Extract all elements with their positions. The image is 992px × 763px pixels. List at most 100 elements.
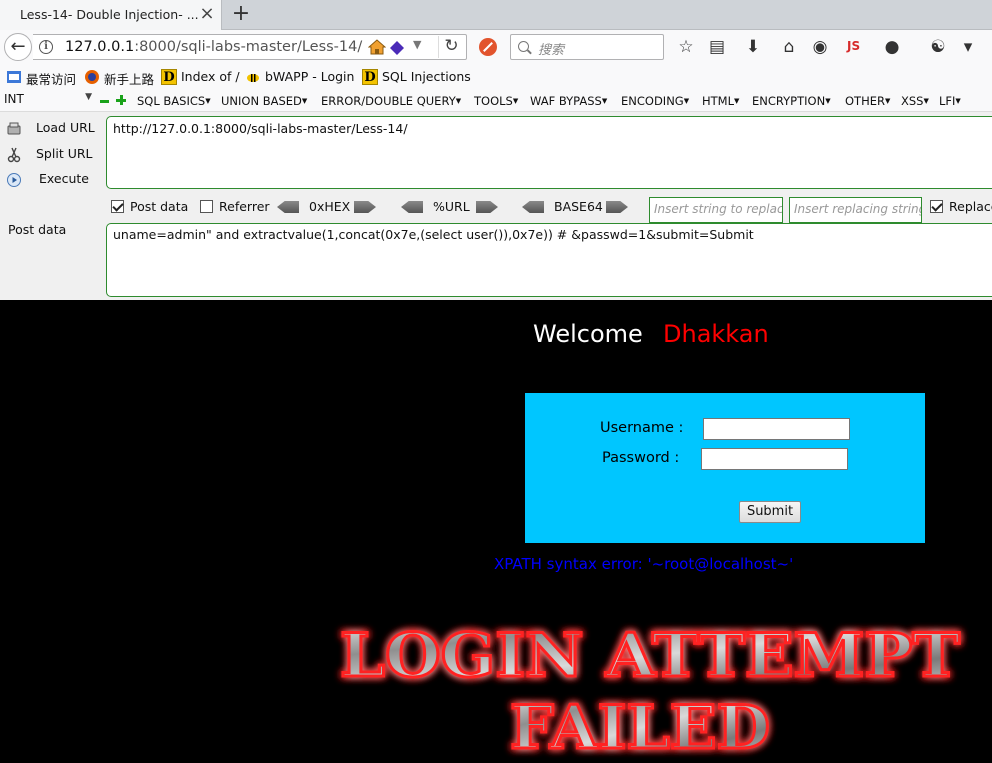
tab-strip: Less-14- Double Injection- ... × + — [0, 0, 992, 30]
js-icon[interactable]: JS — [847, 39, 860, 53]
url-encode-label: %URL — [433, 199, 470, 214]
reload-icon[interactable]: ↻ — [438, 36, 464, 58]
hackbar-panel: INT ▼ SQL BASICS▼ UNION BASED▼ ERROR/DOU… — [0, 90, 992, 300]
url-decode-arrow-icon[interactable] — [401, 201, 423, 213]
type-select[interactable]: INT ▼ — [4, 92, 94, 110]
search-icon — [518, 41, 529, 52]
submit-button[interactable]: Submit — [739, 501, 801, 523]
load-url-button[interactable]: Load URL — [6, 118, 102, 140]
bookmark-bwapp[interactable]: bWAPP - Login — [265, 69, 354, 84]
xpath-error-message: XPATH syntax error: '~root@localhost~' — [494, 555, 794, 573]
menu-label: SQL BASICS — [137, 94, 206, 108]
replace-to-input[interactable]: Insert replacing string — [789, 197, 922, 223]
split-url-button[interactable]: Split URL — [6, 144, 102, 166]
info-icon[interactable]: i — [39, 40, 53, 54]
globe-icon[interactable]: ◉ — [810, 38, 830, 58]
home-icon[interactable]: ⌂ — [779, 38, 799, 58]
menu-html[interactable]: HTML▼ — [702, 94, 739, 108]
d-icon: D — [362, 69, 378, 85]
bookmark-most-visited[interactable]: 最常访问 — [26, 69, 76, 88]
login-failed-graphic: LOGIN ATTEMPT FAILED — [339, 620, 962, 763]
referrer-checkbox[interactable] — [200, 200, 213, 213]
url-text[interactable]: 127.0.0.1:8000/sqli-labs-master/Less-14/ — [65, 39, 362, 55]
load-url-icon — [7, 122, 21, 135]
star-icon[interactable]: ☆ — [676, 38, 696, 58]
menu-label: UNION BASED — [221, 94, 302, 108]
play-icon — [7, 173, 21, 187]
menu-tools[interactable]: TOOLS▼ — [474, 94, 518, 108]
url-encode-arrow-icon[interactable] — [476, 201, 498, 213]
menu-other[interactable]: OTHER▼ — [845, 94, 890, 108]
referrer-checkbox-label: Referrer — [219, 199, 270, 214]
base64-decode-arrow-icon[interactable] — [522, 201, 544, 213]
bookmark-folder-icon — [7, 71, 21, 83]
post-data-textarea[interactable]: uname=admin" and extractvalue(1,concat(0… — [106, 223, 992, 297]
replace-from-input[interactable]: Insert string to replace — [649, 197, 783, 223]
post-data-checkbox-label: Post data — [130, 199, 189, 214]
menu-union-based[interactable]: UNION BASED▼ — [221, 94, 307, 108]
chevron-down-icon[interactable]: ▼ — [413, 38, 421, 51]
menu-label: LFI — [939, 94, 956, 108]
menu-waf-bypass[interactable]: WAF BYPASS▼ — [530, 94, 607, 108]
tab-less-14[interactable]: Less-14- Double Injection- ... × — [0, 0, 222, 30]
menu-label: ENCRYPTION — [752, 94, 826, 108]
new-tab-icon[interactable]: + — [230, 2, 252, 26]
menu-label: ERROR/DOUBLE QUERY — [321, 94, 456, 108]
reader-list-icon[interactable]: ▤ — [707, 38, 727, 58]
chrome-icon[interactable]: ● — [882, 38, 902, 58]
menu-encryption[interactable]: ENCRYPTION▼ — [752, 94, 831, 108]
url-bar[interactable]: i 127.0.0.1:8000/sqli-labs-master/Less-1… — [33, 34, 467, 60]
options-row: Post data Referrer 0xHEX %URL BASE64 Ins… — [0, 196, 992, 223]
extension-icon[interactable] — [389, 40, 405, 56]
menu-sql-basics[interactable]: SQL BASICS▼ — [137, 94, 211, 108]
tab-close-icon[interactable]: × — [198, 4, 216, 24]
bee-icon — [247, 74, 259, 82]
bookmark-getting-started[interactable]: 新手上路 — [104, 69, 154, 88]
menu-encoding[interactable]: ENCODING▼ — [621, 94, 689, 108]
split-url-label: Split URL — [36, 146, 93, 161]
bookmark-sql-injections[interactable]: SQL Injections — [382, 69, 471, 84]
bookmark-index-of[interactable]: Index of / — [181, 69, 240, 84]
search-placeholder: 搜索 — [538, 43, 565, 58]
back-arrow-icon[interactable]: ← — [4, 33, 32, 61]
menu-error-double-query[interactable]: ERROR/DOUBLE QUERY▼ — [321, 94, 461, 108]
search-bar[interactable]: 搜索 — [510, 34, 664, 60]
execute-button[interactable]: Execute — [6, 169, 102, 191]
palette-icon[interactable]: ☯ — [928, 38, 948, 58]
type-select-value: INT — [4, 92, 24, 106]
replace-all-label: Replace All — [949, 199, 992, 214]
base64-encode-arrow-icon[interactable] — [606, 201, 628, 213]
bookmarks-toolbar: 最常访问 新手上路 D Index of / bWAPP - Login D S… — [0, 64, 992, 90]
url-host: 127.0.0.1 — [65, 39, 135, 55]
home-icon[interactable] — [368, 39, 386, 55]
fail-line-2: FAILED — [510, 693, 770, 763]
welcome-name: Dhakkan — [663, 320, 769, 348]
username-input[interactable] — [703, 418, 850, 440]
url-textarea[interactable]: http://127.0.0.1:8000/sqli-labs-master/L… — [106, 116, 992, 189]
post-data-label: Post data — [8, 222, 67, 237]
hex-encode-arrow-icon[interactable] — [354, 201, 376, 213]
plus-icon[interactable] — [116, 95, 126, 105]
post-data-checkbox[interactable] — [111, 200, 124, 213]
url-path: :8000/sqli-labs-master/Less-14/ — [134, 39, 363, 55]
menu-xss[interactable]: XSS▼ — [901, 94, 929, 108]
nav-bar: ← i 127.0.0.1:8000/sqli-labs-master/Less… — [0, 30, 992, 64]
menu-label: HTML — [702, 94, 735, 108]
download-icon[interactable]: ⬇ — [743, 38, 763, 58]
password-input[interactable] — [701, 448, 848, 470]
replace-all-checkbox[interactable] — [930, 200, 943, 213]
login-form: Username : Password : Submit — [525, 393, 925, 543]
welcome-text: Welcome — [533, 320, 643, 348]
noscript-icon[interactable] — [479, 38, 497, 56]
load-url-label: Load URL — [36, 120, 95, 135]
chevron-down-icon: ▼ — [85, 92, 92, 102]
menu-label: ENCODING — [621, 94, 684, 108]
menu-lfi[interactable]: LFI▼ — [939, 94, 961, 108]
minus-icon[interactable] — [100, 100, 109, 103]
hex-decode-arrow-icon[interactable] — [277, 201, 299, 213]
hex-label: 0xHEX — [309, 199, 351, 214]
menu-chevron-icon[interactable]: ▾ — [958, 38, 978, 58]
execute-label: Execute — [39, 171, 89, 186]
password-label: Password : — [602, 450, 680, 466]
menu-label: XSS — [901, 94, 924, 108]
